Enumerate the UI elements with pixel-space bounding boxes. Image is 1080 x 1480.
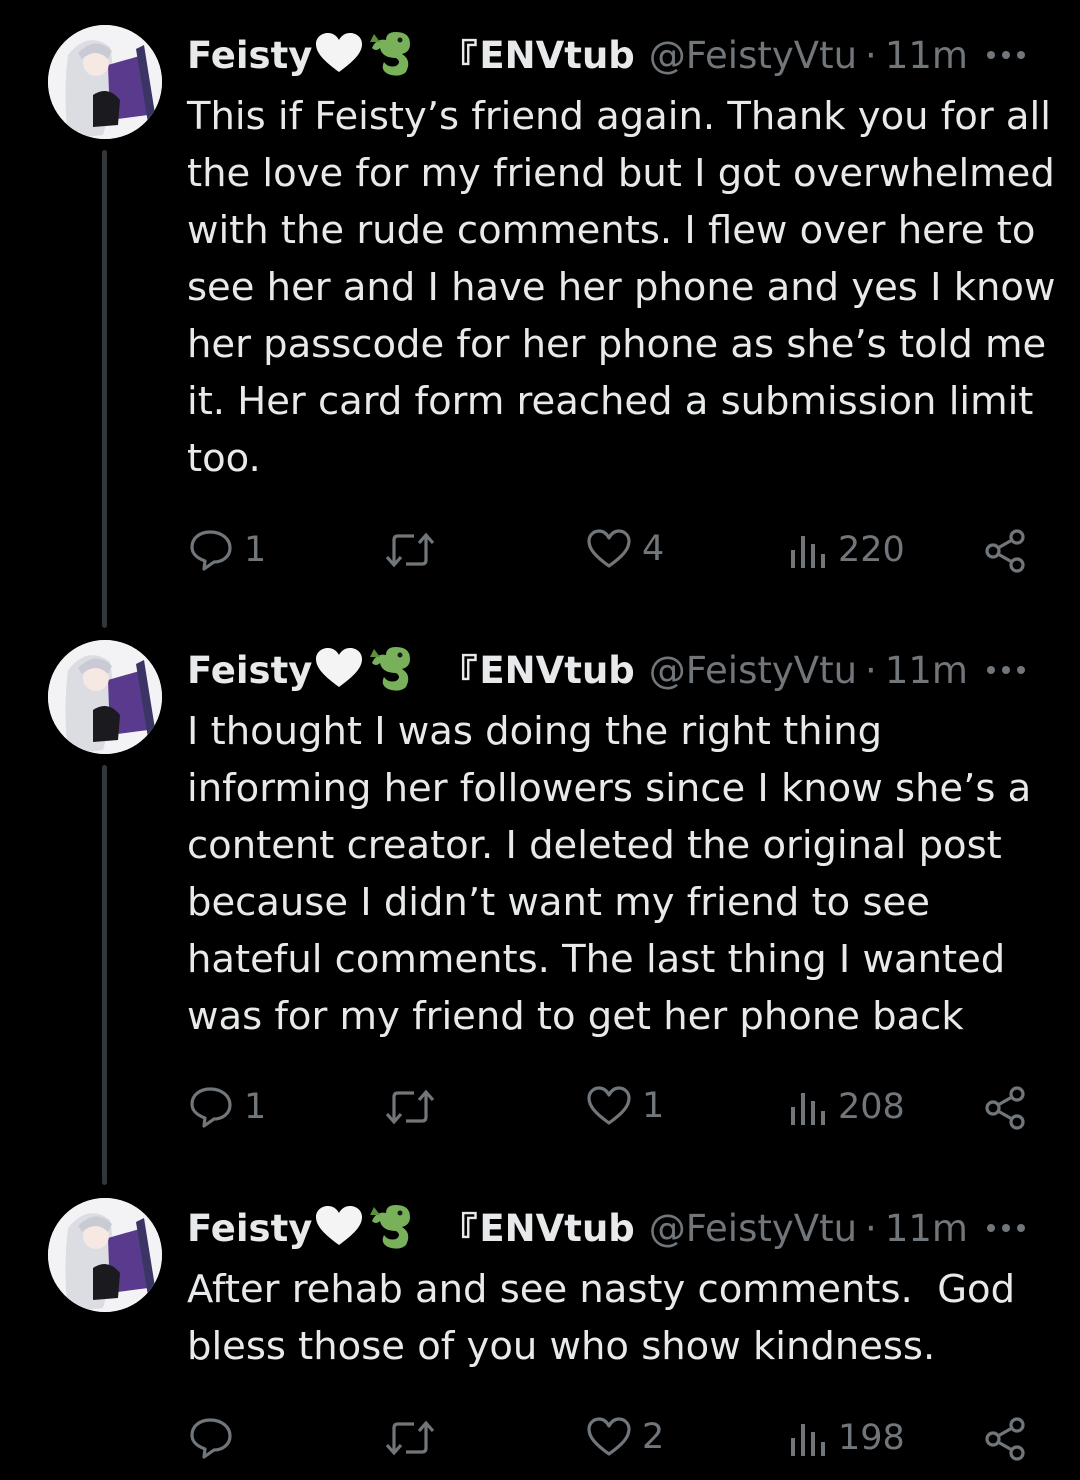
tweet-text-line: too. (187, 436, 261, 481)
tweet-text-line: it. Her card form reached a submission l… (187, 379, 1034, 424)
heart-icon (587, 1086, 631, 1125)
share-icon (985, 1417, 1025, 1461)
tweet-header: Feisty 『 ENVtub @FeistyVtu · 11m (187, 30, 968, 80)
display-name[interactable]: Feisty (187, 1207, 312, 1250)
view-count: 198 (838, 1418, 905, 1458)
reply-icon (190, 1418, 232, 1459)
name-bracket: 『 (440, 1210, 478, 1253)
heart-icon (587, 1417, 631, 1456)
more-options-icon[interactable] (983, 655, 1029, 685)
tweet-text-line: the love for my friend but I got overwhe… (187, 151, 1055, 196)
tweet-text-line: I thought I was doing the right thing (187, 709, 883, 754)
dragon-icon (366, 643, 418, 697)
retweet-icon (385, 532, 435, 568)
tweet-text-line: After rehab and see nasty comments. God (187, 1267, 1016, 1312)
display-name[interactable]: Feisty (187, 649, 312, 692)
retweet-button[interactable] (384, 1418, 436, 1458)
reply-count: 1 (244, 1087, 267, 1127)
name-bracket: 『 (440, 652, 478, 695)
analytics-icon (791, 1424, 825, 1456)
tweet-text-line: her passcode for her phone as she’s told… (187, 322, 1047, 367)
timeline-feed: Feisty 『 ENVtub @FeistyVtu · 11m This if… (0, 0, 1080, 1480)
views-button[interactable]: 198 (788, 1418, 905, 1458)
dragon-icon (366, 28, 418, 82)
heart-icon (587, 529, 631, 568)
retweet-button[interactable] (384, 1087, 436, 1127)
tweet[interactable]: Feisty 『 ENVtub @FeistyVtu · 11m After r… (0, 1173, 1080, 1480)
more-options-icon[interactable] (983, 1213, 1029, 1243)
white-heart-icon (314, 1205, 364, 1251)
white-heart-icon (314, 32, 364, 78)
view-count: 208 (838, 1087, 905, 1127)
analytics-icon (791, 536, 825, 568)
reply-icon (190, 1087, 232, 1128)
name-bracket: 『 (440, 37, 478, 80)
tweet-text: I thought I was doing the right thing in… (187, 703, 1057, 1045)
like-count: 1 (642, 1086, 665, 1126)
tweet-text-line: hateful comments. The last thing I wante… (187, 937, 1006, 982)
timestamp[interactable]: 11m (885, 34, 968, 77)
like-count: 2 (642, 1417, 665, 1457)
name-suffix: ENVtub (479, 648, 635, 692)
tweet-text-line: informing her followers since I know she… (187, 766, 1032, 811)
separator-dot: · (865, 1206, 877, 1250)
share-button[interactable] (983, 1085, 1029, 1131)
like-count: 4 (642, 529, 665, 569)
reply-button[interactable] (188, 1416, 244, 1460)
tweet-header: Feisty 『 ENVtub @FeistyVtu · 11m (187, 1203, 968, 1253)
dragon-icon (366, 1201, 418, 1255)
tweet-text: After rehab and see nasty comments. God … (187, 1261, 1057, 1375)
avatar[interactable] (48, 1198, 162, 1312)
analytics-icon (791, 1093, 825, 1125)
like-button[interactable]: 1 (586, 1085, 664, 1127)
more-options-icon[interactable] (983, 40, 1029, 70)
avatar[interactable] (48, 640, 162, 754)
separator-dot: · (865, 33, 877, 77)
retweet-icon (385, 1420, 435, 1456)
share-button[interactable] (983, 528, 1029, 574)
retweet-icon (385, 1089, 435, 1125)
user-handle[interactable]: @FeistyVtu (649, 649, 857, 692)
display-name[interactable]: Feisty (187, 34, 312, 77)
tweet-actions: 1 1 208 (0, 1077, 1080, 1137)
tweet-actions: 1 4 220 (0, 520, 1080, 580)
timestamp[interactable]: 11m (885, 649, 968, 692)
name-suffix: ENVtub (479, 1206, 635, 1250)
tweet-actions: 2 198 (0, 1408, 1080, 1468)
tweet-text-line: This if Feisty’s friend again. Thank you… (187, 94, 1051, 139)
reply-count: 1 (244, 530, 267, 570)
share-icon (985, 529, 1025, 573)
user-handle[interactable]: @FeistyVtu (649, 34, 857, 77)
tweet[interactable]: Feisty 『 ENVtub @FeistyVtu · 11m I thoug… (0, 615, 1080, 1185)
views-button[interactable]: 220 (788, 530, 905, 570)
separator-dot: · (865, 648, 877, 692)
like-button[interactable]: 2 (586, 1416, 664, 1458)
view-count: 220 (838, 530, 905, 570)
tweet-text-line: content creator. I deleted the original … (187, 823, 1002, 868)
retweet-button[interactable] (384, 530, 436, 570)
user-handle[interactable]: @FeistyVtu (649, 1207, 857, 1250)
tweet-text-line: bless those of you who show kindness. (187, 1324, 936, 1369)
reply-button[interactable]: 1 (188, 1085, 266, 1129)
tweet-text-line: because I didn’t want my friend to see (187, 880, 930, 925)
avatar[interactable] (48, 25, 162, 139)
tweet-header: Feisty 『 ENVtub @FeistyVtu · 11m (187, 645, 968, 695)
tweet[interactable]: Feisty 『 ENVtub @FeistyVtu · 11m This if… (0, 0, 1080, 628)
white-heart-icon (314, 647, 364, 693)
like-button[interactable]: 4 (586, 528, 664, 570)
tweet-text: This if Feisty’s friend again. Thank you… (187, 88, 1057, 487)
reply-button[interactable]: 1 (188, 528, 266, 572)
share-button[interactable] (983, 1416, 1029, 1462)
views-button[interactable]: 208 (788, 1087, 905, 1127)
reply-icon (190, 530, 232, 571)
tweet-text-line: see her and I have her phone and yes I k… (187, 265, 1056, 310)
share-icon (985, 1086, 1025, 1130)
tweet-text-line: was for my friend to get her phone back (187, 994, 964, 1039)
timestamp[interactable]: 11m (885, 1207, 968, 1250)
name-suffix: ENVtub (479, 33, 635, 77)
tweet-text-line: with the rude comments. I flew over here… (187, 208, 1036, 253)
